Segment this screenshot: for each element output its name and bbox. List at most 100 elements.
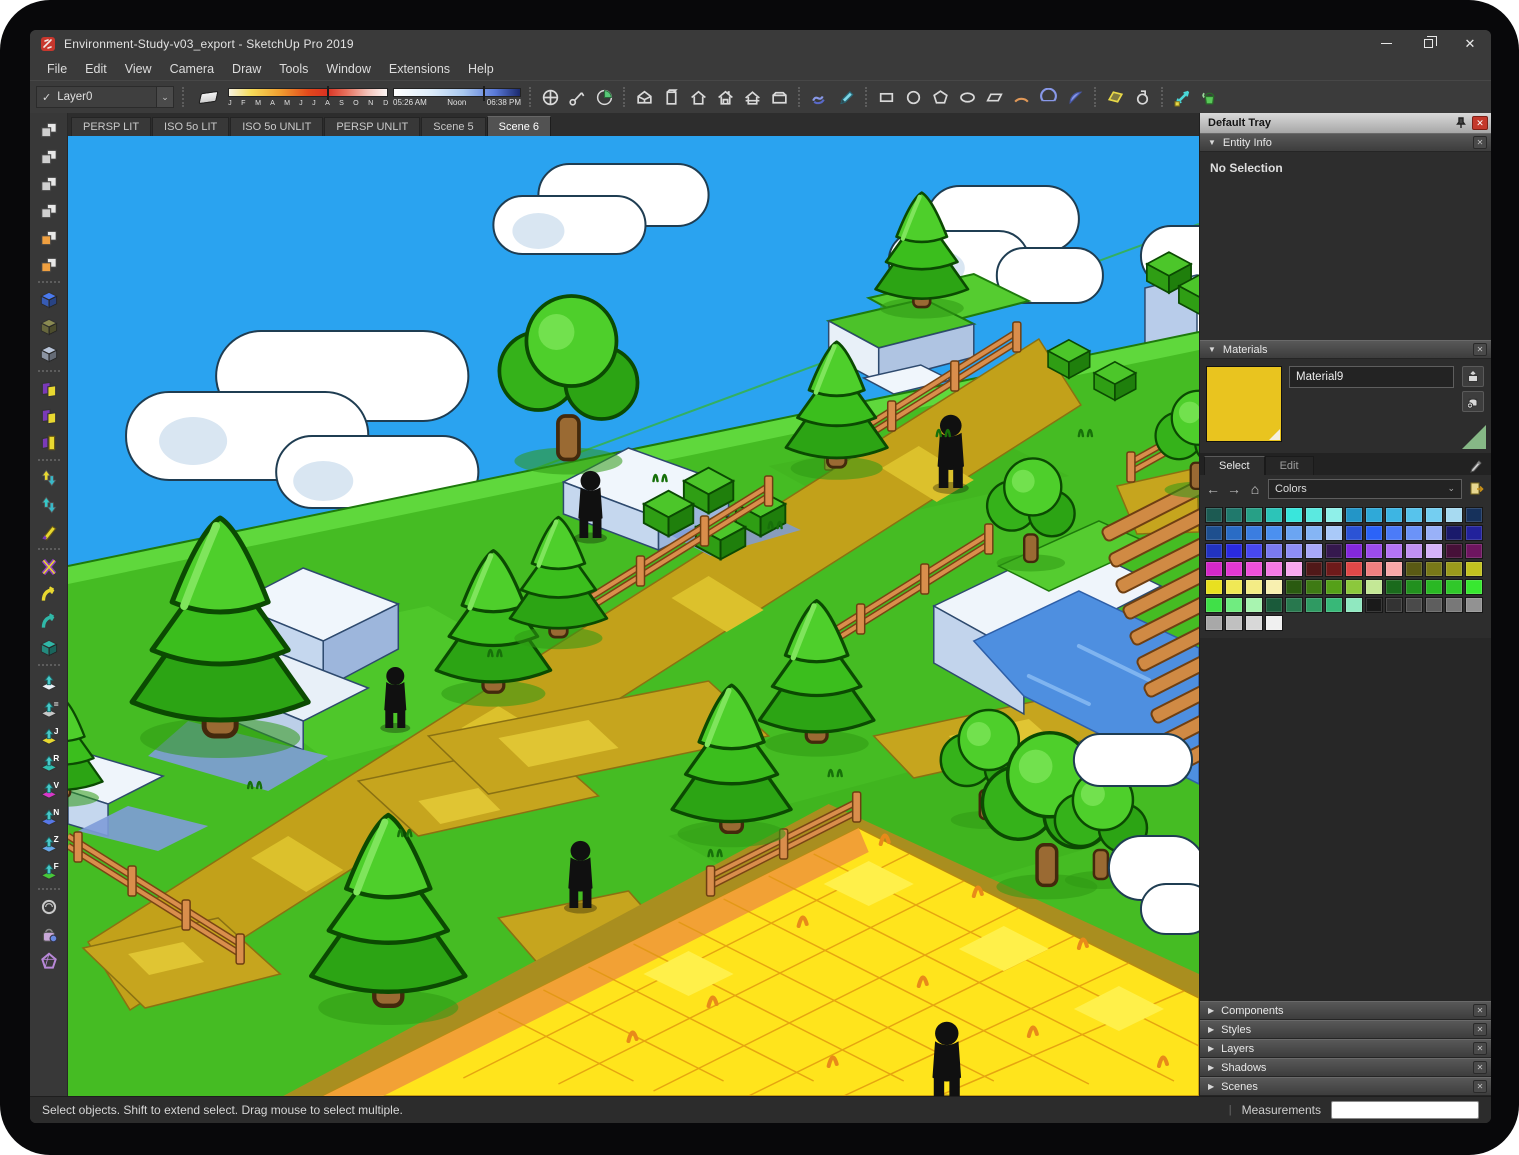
materials-close-button[interactable]: ✕	[1473, 343, 1487, 356]
color-swatch[interactable]	[1265, 525, 1283, 541]
toolbar-grip[interactable]	[182, 87, 185, 107]
ellipse-tool-icon[interactable]	[955, 85, 980, 110]
color-swatch[interactable]	[1405, 507, 1423, 523]
panel-close-button[interactable]: ✕	[1473, 1080, 1487, 1093]
sample-paint-icon[interactable]	[1462, 425, 1486, 449]
bag-plugin-icon[interactable]	[35, 920, 63, 947]
circle-plugin-icon[interactable]	[35, 893, 63, 920]
materials-header[interactable]: ▼ Materials ✕	[1200, 340, 1491, 359]
color-swatch[interactable]	[1385, 597, 1403, 613]
copy-component-icon[interactable]	[35, 116, 63, 143]
color-swatch[interactable]	[1225, 579, 1243, 595]
color-swatch[interactable]	[1205, 525, 1223, 541]
color-swatch[interactable]	[1385, 543, 1403, 559]
color-swatch[interactable]	[1345, 561, 1363, 577]
toolbar-grip[interactable]	[865, 87, 868, 107]
paint-bucket-icon[interactable]	[1197, 85, 1222, 110]
export-teal-icon[interactable]	[35, 634, 63, 661]
menu-item-help[interactable]: Help	[459, 60, 503, 78]
scene-tab-iso-5o-unlit[interactable]: ISO 5o UNLIT	[230, 117, 323, 136]
menu-item-file[interactable]: File	[38, 60, 76, 78]
plan-view-icon[interactable]	[767, 85, 792, 110]
menu-item-window[interactable]: Window	[317, 60, 379, 78]
color-swatch[interactable]	[1385, 579, 1403, 595]
color-swatch[interactable]	[1205, 615, 1223, 631]
entity-info-close-button[interactable]: ✕	[1473, 136, 1487, 149]
drop-lightblue-icon[interactable]: Z	[35, 831, 63, 858]
color-swatch[interactable]	[1465, 597, 1483, 613]
tray-close-button[interactable]: ✕	[1472, 116, 1488, 130]
color-swatch[interactable]	[1285, 561, 1303, 577]
color-swatch[interactable]	[1285, 597, 1303, 613]
drop-yellow-icon[interactable]: J	[35, 723, 63, 750]
blue-cube-icon[interactable]	[35, 286, 63, 313]
curve-yellow-icon[interactable]	[35, 580, 63, 607]
drop-equal-icon[interactable]: =	[35, 696, 63, 723]
arc-tool-icon[interactable]	[1009, 85, 1034, 110]
paste-in-place-icon[interactable]	[35, 251, 63, 278]
color-swatch[interactable]	[1245, 507, 1263, 523]
restore-button[interactable]	[1407, 30, 1449, 57]
color-swatch[interactable]	[1205, 597, 1223, 613]
details-button[interactable]	[1467, 480, 1486, 498]
color-swatch[interactable]	[1325, 507, 1343, 523]
drop-white-icon[interactable]	[35, 669, 63, 696]
shadow-time-handle[interactable]	[483, 86, 485, 101]
entity-info-header[interactable]: ▼ Entity Info ✕	[1200, 133, 1491, 152]
front-view-icon[interactable]	[686, 85, 711, 110]
slab-tool-icon[interactable]	[35, 429, 63, 456]
color-swatch[interactable]	[1445, 579, 1463, 595]
collection-dropdown[interactable]: Colors ⌄	[1268, 479, 1462, 499]
scene-tab-persp-lit[interactable]: PERSP LIT	[71, 117, 151, 136]
tab-select[interactable]: Select	[1204, 456, 1265, 475]
color-swatch[interactable]	[1245, 561, 1263, 577]
menu-item-camera[interactable]: Camera	[161, 60, 223, 78]
color-swatch[interactable]	[1345, 507, 1363, 523]
color-swatch[interactable]	[1225, 561, 1243, 577]
color-swatch[interactable]	[1265, 615, 1283, 631]
color-swatch[interactable]	[1365, 561, 1383, 577]
scene-tab-scene-5[interactable]: Scene 5	[421, 117, 485, 136]
color-swatch[interactable]	[1465, 561, 1483, 577]
curve-teal-icon[interactable]	[35, 607, 63, 634]
panel-close-button[interactable]: ✕	[1473, 1042, 1487, 1055]
polygon-tool-icon[interactable]	[928, 85, 953, 110]
swap-arrows-icon[interactable]	[35, 491, 63, 518]
color-swatch[interactable]	[1405, 561, 1423, 577]
color-swatch[interactable]	[1325, 561, 1343, 577]
shadow-time-track[interactable]	[393, 88, 521, 97]
shadow-date-track[interactable]	[228, 88, 388, 97]
position-camera-icon[interactable]	[565, 85, 590, 110]
color-swatch[interactable]	[1265, 561, 1283, 577]
color-swatch[interactable]	[1305, 525, 1323, 541]
color-swatch[interactable]	[1365, 507, 1383, 523]
color-swatch[interactable]	[1225, 507, 1243, 523]
toolbar-grip[interactable]	[623, 87, 626, 107]
color-swatch[interactable]	[1445, 507, 1463, 523]
color-swatch[interactable]	[1205, 579, 1223, 595]
swap-component-icon[interactable]	[35, 197, 63, 224]
color-swatch[interactable]	[1325, 597, 1343, 613]
color-swatch[interactable]	[1285, 525, 1303, 541]
panel-header-layers[interactable]: ▶Layers✕	[1200, 1039, 1491, 1058]
color-swatch[interactable]	[1345, 525, 1363, 541]
color-swatch[interactable]	[1265, 579, 1283, 595]
menu-item-draw[interactable]: Draw	[223, 60, 270, 78]
color-swatch[interactable]	[1245, 597, 1263, 613]
color-swatch[interactable]	[1205, 561, 1223, 577]
drop-blue-icon[interactable]: N	[35, 804, 63, 831]
color-swatch[interactable]	[1365, 543, 1383, 559]
color-swatch[interactable]	[1305, 579, 1323, 595]
forward-arrow-icon[interactable]: →	[1226, 481, 1242, 497]
pie-tool-icon[interactable]	[1063, 85, 1088, 110]
line-tool-icon[interactable]	[834, 85, 859, 110]
color-swatch[interactable]	[1445, 597, 1463, 613]
poly-plugin-icon[interactable]	[35, 947, 63, 974]
color-swatch[interactable]	[1325, 579, 1343, 595]
color-swatch[interactable]	[1425, 579, 1443, 595]
second-pane-button[interactable]	[1462, 366, 1484, 387]
color-swatch[interactable]	[1285, 579, 1303, 595]
circle-tool-icon[interactable]	[901, 85, 926, 110]
tab-edit[interactable]: Edit	[1265, 456, 1314, 475]
menu-item-extensions[interactable]: Extensions	[380, 60, 459, 78]
